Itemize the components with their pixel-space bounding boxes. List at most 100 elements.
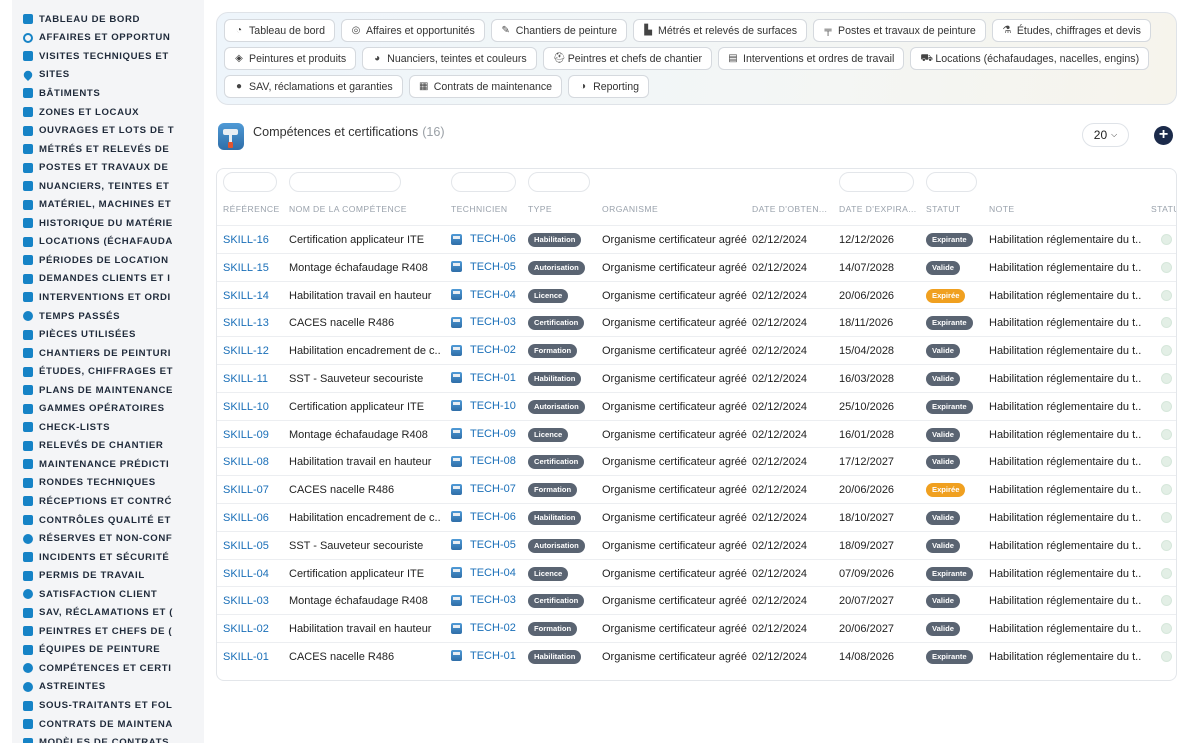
reference-link[interactable]: SKILL-05 (223, 540, 269, 552)
sidebar-item[interactable]: VISITES TECHNIQUES ET (12, 47, 204, 66)
sidebar-item[interactable]: PIÈCES UTILISÉES (12, 325, 204, 344)
table-row[interactable]: SKILL-15 Montage échafaudage R408 TECH-05 A… (217, 252, 1176, 281)
technician-link[interactable]: TECH-03 (451, 316, 516, 328)
sidebar-item[interactable]: ASTREINTES (12, 678, 204, 697)
technician-link[interactable]: TECH-02 (451, 622, 516, 634)
sidebar-item[interactable]: RONDES TECHNIQUES (12, 474, 204, 493)
table-row[interactable]: SKILL-04 Certification applicateur ITE TEC… (217, 558, 1176, 587)
nav-button[interactable]: ▦ Contrats de maintenance (408, 75, 563, 98)
nav-button[interactable]: ◈ Peintures et produits (224, 47, 357, 70)
header-status[interactable]: STATUT (926, 204, 961, 214)
nav-button[interactable]: ◕ Nuanciers, teintes et couleurs (362, 47, 537, 70)
sidebar-item[interactable]: AFFAIRES ET OPPORTUN (12, 29, 204, 48)
sidebar-item[interactable]: SITES (12, 66, 204, 85)
sidebar-item[interactable]: ÉQUIPES DE PEINTURE (12, 641, 204, 660)
sidebar-item[interactable]: CONTRÔLES QUALITÉ ET (12, 511, 204, 530)
table-row[interactable]: SKILL-08 Habilitation travail en hauteur T… (217, 447, 1176, 475)
sidebar-item[interactable]: PERMIS DE TRAVAIL (12, 566, 204, 585)
table-row[interactable]: SKILL-13 CACES nacelle R486 TECH-03 Certifi… (217, 308, 1176, 336)
technician-link[interactable]: TECH-01 (451, 650, 516, 662)
technician-link[interactable]: TECH-06 (451, 511, 516, 523)
sidebar-item[interactable]: PEINTRES ET CHEFS DE ( (12, 622, 204, 641)
header-expiry-date[interactable]: DATE D'EXPIRA... (839, 204, 919, 214)
sidebar-item[interactable]: DEMANDES CLIENTS ET I (12, 270, 204, 289)
header-obtained-date[interactable]: DATE D'OBTEN... (752, 204, 832, 214)
technician-link[interactable]: TECH-09 (451, 428, 516, 440)
reference-link[interactable]: SKILL-06 (223, 512, 269, 524)
technician-link[interactable]: TECH-07 (451, 483, 516, 495)
sidebar-item[interactable]: MODÈLES DE CONTRATS (12, 733, 204, 743)
filter-type-input[interactable] (528, 172, 590, 192)
nav-button[interactable]: ◑ Reporting (568, 75, 649, 98)
table-row[interactable]: SKILL-03 Montage échafaudage R408 TECH-03 C… (217, 586, 1176, 614)
filter-reference-input[interactable] (223, 172, 277, 192)
sidebar-item[interactable]: TEMPS PASSÉS (12, 307, 204, 326)
filter-expiry-input[interactable] (839, 172, 914, 192)
sidebar-item[interactable]: CHANTIERS DE PEINTURI (12, 344, 204, 363)
reference-link[interactable]: SKILL-09 (223, 429, 269, 441)
technician-link[interactable]: TECH-04 (451, 567, 516, 579)
sidebar-item[interactable]: SOUS-TRAITANTS ET FOL (12, 696, 204, 715)
reference-link[interactable]: SKILL-14 (223, 290, 269, 302)
reference-link[interactable]: SKILL-04 (223, 568, 269, 580)
sidebar-item[interactable]: SAV, RÉCLAMATIONS ET ( (12, 604, 204, 623)
sidebar-item[interactable]: TABLEAU DE BORD (12, 10, 204, 29)
technician-link[interactable]: TECH-10 (451, 400, 516, 412)
table-row[interactable]: SKILL-14 Habilitation travail en hauteur T… (217, 280, 1176, 309)
sidebar-item[interactable]: RÉSERVES ET NON-CONF (12, 529, 204, 548)
technician-link[interactable]: TECH-08 (451, 455, 516, 467)
table-row[interactable]: SKILL-02 Habilitation travail en hauteur T… (217, 614, 1176, 642)
filter-status-input[interactable] (926, 172, 977, 192)
reference-link[interactable]: SKILL-11 (223, 373, 268, 385)
sidebar-item[interactable]: RELEVÉS DE CHANTIER (12, 437, 204, 456)
sidebar-item[interactable]: MATÉRIEL, MACHINES ET (12, 195, 204, 214)
filter-name-input[interactable] (289, 172, 401, 192)
nav-button[interactable]: ● SAV, réclamations et garanties (224, 75, 403, 98)
table-row[interactable]: SKILL-06 Habilitation encadrement de c...… (217, 502, 1176, 531)
header-note[interactable]: NOTE (989, 204, 1014, 214)
sidebar-item[interactable]: PÉRIODES DE LOCATION (12, 251, 204, 270)
sidebar-item[interactable]: CHECK-LISTS (12, 418, 204, 437)
reference-link[interactable]: SKILL-10 (223, 401, 269, 413)
sidebar-item[interactable]: NUANCIERS, TEINTES ET (12, 177, 204, 196)
header-name[interactable]: NOM DE LA COMPÉTENCE (289, 204, 407, 214)
sidebar-item[interactable]: MAINTENANCE PRÉDICTI (12, 455, 204, 474)
reference-link[interactable]: SKILL-08 (223, 456, 269, 468)
technician-link[interactable]: TECH-05 (451, 539, 516, 551)
technician-link[interactable]: TECH-05 (451, 261, 516, 273)
add-record-button[interactable]: + (1154, 126, 1173, 145)
sidebar-item[interactable]: MÉTRÉS ET RELEVÉS DE (12, 140, 204, 159)
header-type[interactable]: TYPE (528, 204, 552, 214)
table-row[interactable]: SKILL-07 CACES nacelle R486 TECH-07 Formati… (217, 475, 1176, 503)
sidebar-item[interactable]: INTERVENTIONS ET ORDI (12, 288, 204, 307)
table-row[interactable]: SKILL-10 Certification applicateur ITE TEC… (217, 391, 1176, 420)
sidebar-item[interactable]: HISTORIQUE DU MATÉRIE (12, 214, 204, 233)
filter-technician-input[interactable] (451, 172, 516, 192)
sidebar-item[interactable]: BÂTIMENTS (12, 84, 204, 103)
sidebar-item[interactable]: LOCATIONS (ÉCHAFAUDA (12, 233, 204, 252)
table-row[interactable]: SKILL-11 SST - Sauveteur secouriste TECH-0… (217, 363, 1176, 392)
table-row[interactable]: SKILL-16 Certification applicateur ITE TEC… (217, 225, 1176, 253)
reference-link[interactable]: SKILL-01 (223, 651, 269, 663)
reference-link[interactable]: SKILL-13 (223, 317, 269, 329)
reference-link[interactable]: SKILL-02 (223, 623, 269, 635)
technician-link[interactable]: TECH-01 (451, 372, 516, 384)
table-row[interactable]: SKILL-01 CACES nacelle R486 TECH-01 Habilit… (217, 641, 1176, 670)
sidebar-item[interactable]: RÉCEPTIONS ET CONTRĆ (12, 492, 204, 511)
nav-button[interactable]: ⛑ Peintres et chefs de chantier (542, 47, 712, 70)
header-status-2[interactable]: STATU (1151, 204, 1176, 214)
header-organism[interactable]: ORGANISME (602, 204, 658, 214)
reference-link[interactable]: SKILL-03 (223, 595, 269, 607)
nav-button[interactable]: ◎ Affaires et opportunités (340, 19, 485, 42)
reference-link[interactable]: SKILL-15 (223, 262, 269, 274)
sidebar-item[interactable]: POSTES ET TRAVAUX DE (12, 158, 204, 177)
reference-link[interactable]: SKILL-07 (223, 484, 269, 496)
reference-link[interactable]: SKILL-12 (223, 345, 269, 357)
nav-button[interactable]: ⛟ Locations (échafaudages, nacelles, engi… (910, 47, 1150, 70)
technician-link[interactable]: TECH-06 (451, 233, 516, 245)
reference-link[interactable]: SKILL-16 (223, 234, 269, 246)
sidebar-item[interactable]: INCIDENTS ET SÉCURITÉ (12, 548, 204, 567)
sidebar-item[interactable]: ÉTUDES, CHIFFRAGES ET (12, 362, 204, 381)
sidebar-item[interactable]: PLANS DE MAINTENANCE (12, 381, 204, 400)
sidebar-item[interactable]: SATISFACTION CLIENT (12, 585, 204, 604)
